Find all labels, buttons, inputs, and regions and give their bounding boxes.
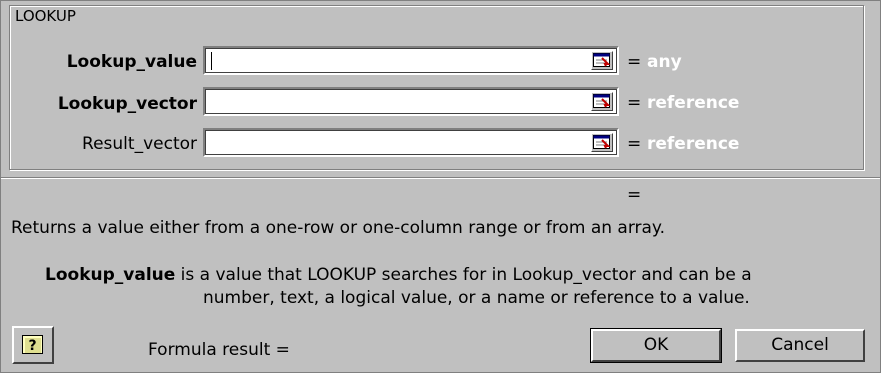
arg-row-lookup-vector: Lookup_vector (1, 86, 197, 120)
lookup-value-input[interactable] (203, 46, 619, 75)
lookup-vector-input[interactable] (203, 87, 619, 116)
formula-equals: = (627, 185, 642, 205)
ok-button[interactable]: OK (590, 328, 722, 363)
range-select-icon (593, 94, 611, 108)
argument-help-line1: Lookup_value is a value that LOOKUP sear… (45, 265, 752, 285)
arg-result-lookup-vector: reference (647, 93, 740, 113)
argument-help-line2: number, text, a logical value, or a name… (203, 288, 750, 308)
function-arguments-dialog: LOOKUP Lookup_value = any Lookup_vector (0, 0, 881, 373)
arg-result-result-vector: reference (647, 134, 740, 154)
arg-equals-result-vector: = (627, 134, 642, 154)
arg-result-lookup-value: any (647, 52, 682, 72)
arg-label-result-vector: Result_vector (82, 134, 197, 154)
arg-label-lookup-vector: Lookup_vector (57, 94, 197, 114)
svg-text:?: ? (28, 338, 36, 354)
range-select-icon (593, 135, 611, 149)
text-caret (211, 52, 212, 70)
function-description: Returns a value either from a one-row or… (11, 218, 665, 238)
result-vector-input[interactable] (203, 128, 619, 157)
arg-label-lookup-value: Lookup_value (66, 52, 197, 72)
formula-result-label: Formula result = (148, 340, 290, 360)
cancel-button[interactable]: Cancel (735, 329, 865, 362)
question-mark-icon: ? (22, 335, 43, 354)
arg-equals-lookup-value: = (627, 52, 642, 72)
collapse-dialog-button-lookup-value[interactable] (591, 51, 613, 70)
arg-equals-lookup-vector: = (627, 93, 642, 113)
argument-help-name: Lookup_value (45, 265, 176, 285)
collapse-dialog-button-lookup-vector[interactable] (591, 92, 613, 111)
group-title: LOOKUP (13, 7, 78, 25)
arg-row-result-vector: Result_vector (1, 126, 197, 160)
help-button[interactable]: ? (12, 326, 54, 364)
divider-highlight (1, 178, 880, 179)
arg-row-lookup-value: Lookup_value (1, 44, 197, 78)
range-select-icon (593, 53, 611, 67)
argument-help-text1: is a value that LOOKUP searches for in L… (175, 265, 752, 285)
collapse-dialog-button-result-vector[interactable] (591, 133, 613, 152)
